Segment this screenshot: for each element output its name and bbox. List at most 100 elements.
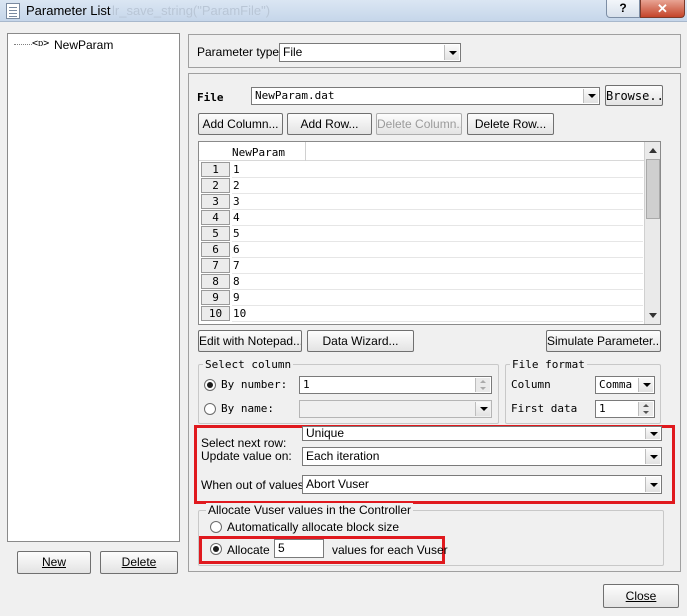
- auto-allocate-label: Automatically allocate block size: [227, 520, 400, 534]
- parameter-type-select[interactable]: File: [279, 43, 461, 62]
- by-number-label: By number:: [221, 378, 288, 391]
- out-of-values-select[interactable]: Abort Vuser: [302, 475, 662, 494]
- parameter-data-grid[interactable]: NewParam 1 1 2 2 3 3 4 4 5 5 6 6 7 7 8 8 9 9 10 10: [198, 141, 661, 325]
- row-header[interactable]: 2: [201, 178, 230, 193]
- by-name-label: By name:: [221, 402, 274, 415]
- table-cell[interactable]: 6: [233, 242, 240, 257]
- help-button[interactable]: ?: [606, 0, 640, 18]
- row-header[interactable]: 9: [201, 290, 230, 305]
- table-cell[interactable]: 7: [233, 258, 240, 273]
- close-button[interactable]: Close: [603, 584, 679, 608]
- table-cell[interactable]: 8: [233, 274, 240, 289]
- column-name-select[interactable]: [299, 400, 492, 418]
- row-divider: [232, 241, 643, 242]
- column-header-newparam[interactable]: NewParam: [232, 146, 285, 159]
- update-value-value: Each iteration: [306, 449, 380, 463]
- select-next-row-select[interactable]: Unique: [302, 426, 662, 441]
- spinner-icon[interactable]: [638, 402, 653, 416]
- auto-allocate-radio[interactable]: [210, 521, 222, 533]
- select-next-row-label: Select next row:: [201, 436, 287, 450]
- new-button[interactable]: New: [17, 551, 91, 574]
- row-header[interactable]: 10: [201, 306, 230, 321]
- row-divider: [232, 193, 643, 194]
- table-cell[interactable]: 3: [233, 194, 240, 209]
- column-divider: [305, 142, 306, 161]
- tree-item-newparam[interactable]: NewParam: [54, 38, 113, 52]
- row-header[interactable]: 4: [201, 210, 230, 225]
- column-number-value: 1: [303, 378, 310, 391]
- window-title: Parameter List: [26, 3, 111, 18]
- allocate-label: Allocate: [227, 543, 270, 557]
- allocate-count-input[interactable]: 5: [274, 539, 324, 558]
- table-cell[interactable]: 9: [233, 290, 240, 305]
- first-data-label: First data: [511, 402, 578, 415]
- table-cell[interactable]: 5: [233, 226, 240, 241]
- chevron-down-icon: [475, 402, 490, 416]
- row-header[interactable]: 8: [201, 274, 230, 289]
- file-label: File: [197, 91, 224, 104]
- edit-with-notepad-button[interactable]: Edit with Notepad...: [198, 330, 302, 352]
- grid-vertical-scrollbar[interactable]: [644, 142, 660, 324]
- title-bar: Parameter List lr_save_string("ParamFile…: [0, 0, 687, 22]
- table-cell[interactable]: 1: [233, 162, 240, 177]
- scroll-down-icon[interactable]: [649, 313, 657, 318]
- chevron-down-icon: [645, 477, 660, 492]
- column-number-input[interactable]: 1: [299, 376, 492, 394]
- chevron-down-icon: [645, 449, 660, 464]
- row-divider: [232, 321, 643, 322]
- chevron-down-icon: [645, 428, 660, 439]
- parameter-tree[interactable]: [7, 33, 180, 542]
- row-divider: [232, 209, 643, 210]
- file-path-select[interactable]: NewParam.dat: [251, 87, 600, 105]
- allocate-radio[interactable]: [210, 543, 222, 555]
- column-delimiter-label: Column: [511, 378, 551, 391]
- row-divider: [232, 273, 643, 274]
- update-value-select[interactable]: Each iteration: [302, 447, 662, 466]
- tree-connector: [14, 44, 32, 45]
- window-ghost-text: lr_save_string("ParamFile"): [112, 3, 271, 18]
- delete-button[interactable]: Delete: [100, 551, 178, 574]
- row-divider: [232, 225, 643, 226]
- spinner-icon: [475, 378, 490, 392]
- allocate-count-value: 5: [278, 541, 285, 555]
- out-of-values-label: When out of values:: [201, 478, 308, 492]
- row-header[interactable]: 1: [201, 162, 230, 177]
- file-path-value: NewParam.dat: [255, 89, 335, 102]
- by-name-radio[interactable]: [204, 403, 216, 415]
- delete-button-label: Delete: [121, 555, 157, 569]
- by-number-radio[interactable]: [204, 379, 216, 391]
- window-icon: [6, 3, 20, 19]
- row-header[interactable]: 6: [201, 242, 230, 257]
- column-delimiter-select[interactable]: Comma: [595, 376, 655, 394]
- update-value-label: Update value on:: [201, 449, 292, 463]
- row-header[interactable]: 7: [201, 258, 230, 273]
- simulate-parameter-button[interactable]: Simulate Parameter...: [546, 330, 661, 352]
- table-cell[interactable]: 4: [233, 210, 240, 225]
- file-format-title: File format: [510, 358, 587, 371]
- add-row-button[interactable]: Add Row...: [287, 113, 372, 135]
- grid-header: NewParam: [199, 142, 644, 161]
- browse-button[interactable]: Browse...: [605, 85, 663, 106]
- row-header[interactable]: 3: [201, 194, 230, 209]
- select-next-row-value: Unique: [306, 426, 345, 440]
- first-data-input[interactable]: 1: [595, 400, 655, 418]
- new-button-label: New: [41, 555, 66, 569]
- scroll-thumb[interactable]: [646, 159, 660, 219]
- allocate-group-title: Allocate Vuser values in the Controller: [206, 503, 413, 517]
- table-cell[interactable]: 10: [233, 306, 246, 321]
- delete-row-button[interactable]: Delete Row...: [467, 113, 554, 135]
- data-wizard-button[interactable]: Data Wizard...: [307, 330, 414, 352]
- row-header[interactable]: 5: [201, 226, 230, 241]
- delete-column-button[interactable]: Delete Column...: [376, 113, 462, 135]
- window-close-button[interactable]: ✕: [640, 0, 685, 18]
- row-divider: [232, 305, 643, 306]
- add-column-button[interactable]: Add Column...: [198, 113, 283, 135]
- column-delimiter-value: Comma: [599, 378, 633, 391]
- parameter-type-value: File: [283, 45, 303, 59]
- first-data-value: 1: [599, 402, 606, 415]
- parameter-icon: <ᴅ>: [32, 38, 50, 49]
- chevron-down-icon: [638, 378, 653, 392]
- table-cell[interactable]: 2: [233, 178, 240, 193]
- scroll-up-icon[interactable]: [649, 148, 657, 153]
- chevron-down-icon: [444, 45, 459, 60]
